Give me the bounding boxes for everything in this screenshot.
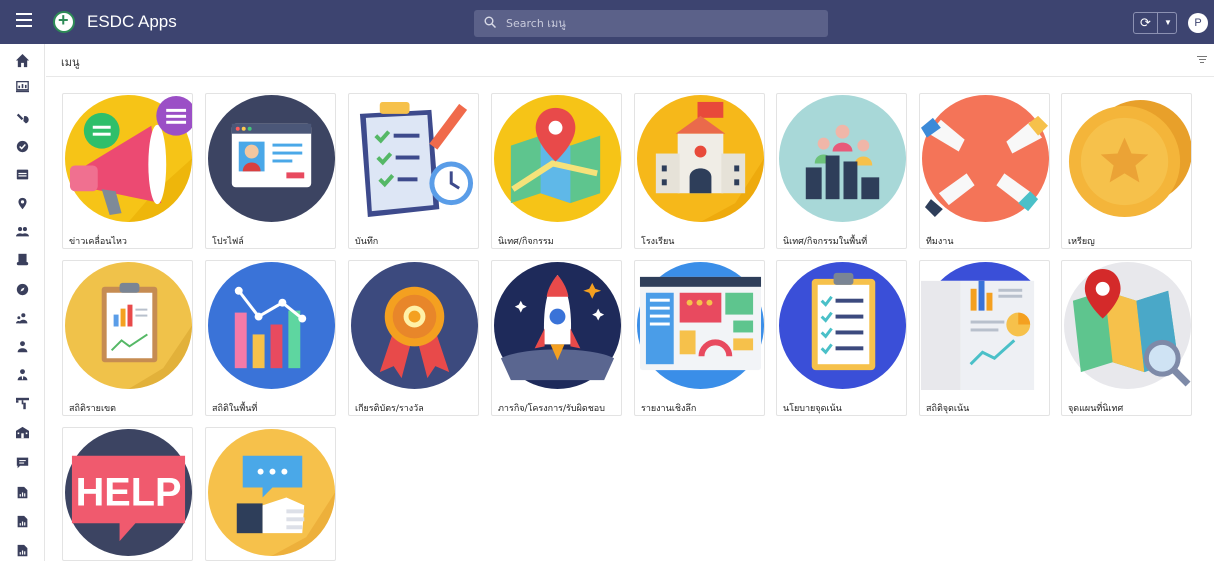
search-box[interactable]: [474, 10, 828, 37]
policy-checklist-icon: [779, 262, 906, 389]
svg-text:HELP: HELP: [76, 470, 182, 514]
tile-label: นิเทศ/กิจกรรม: [498, 237, 554, 247]
sidebar-user-tie-icon[interactable]: [0, 362, 45, 386]
tile-label: โรงเรียน: [641, 237, 675, 247]
chevron-down-icon[interactable]: ▼: [1159, 13, 1177, 33]
filter-icon[interactable]: [1197, 56, 1207, 65]
top-app-bar: ESDC Apps ⟳ ▼ P: [0, 0, 1214, 44]
rocket-icon: [494, 262, 621, 389]
tile-label: บันทึก: [355, 237, 379, 247]
tile-school[interactable]: โรงเรียน: [634, 93, 765, 249]
profile-card-icon: [208, 95, 335, 222]
sync-button-group: ⟳ ▼: [1133, 12, 1177, 34]
sidebar-compass-icon[interactable]: [0, 277, 45, 301]
search-input[interactable]: [506, 14, 806, 33]
tile-label: สถิติในพื้นที่: [212, 404, 258, 414]
megaphone-icon: [65, 95, 192, 223]
tile-district-stats[interactable]: สถิติรายเขต: [62, 260, 193, 416]
page-header: เมนู: [46, 44, 1214, 77]
sync-icon[interactable]: ⟳: [1134, 13, 1158, 33]
school-building-icon: [637, 95, 764, 223]
sidebar-users-icon[interactable]: [0, 219, 45, 243]
sidebar-message-icon[interactable]: [0, 450, 45, 474]
tile-news[interactable]: ข่าวเคลื่อนไหว: [62, 93, 193, 249]
user-avatar[interactable]: P: [1188, 13, 1208, 33]
tile-label: สถิติรายเขต: [69, 404, 117, 414]
tile-feedback[interactable]: [205, 427, 336, 561]
page-title: เมนู: [61, 56, 80, 69]
sidebar-sitemap-icon[interactable]: [0, 391, 45, 415]
search-icon: [484, 15, 497, 31]
tile-label: ภารกิจ/โครงการ/รับผิดชอบ: [498, 404, 605, 414]
map-search-icon: [1064, 262, 1191, 389]
dashboard-report-icon: [637, 262, 764, 389]
sidebar-home-icon[interactable]: [0, 48, 45, 72]
sidebar-user-group-icon[interactable]: [0, 306, 45, 330]
tile-profile[interactable]: โปรไฟล์: [205, 93, 336, 249]
app-title[interactable]: ESDC Apps: [87, 12, 177, 32]
tile-awards[interactable]: เกียรติบัตร/รางวัล: [348, 260, 479, 416]
tile-policy[interactable]: นโยบายจุดเน้น: [776, 260, 907, 416]
tile-help[interactable]: HELP: [62, 427, 193, 561]
tile-label: เหรียญ: [1068, 237, 1095, 247]
bar-line-chart-icon: [208, 262, 335, 389]
help-sign-icon: HELP: [65, 429, 192, 556]
sidebar-check-circle-icon[interactable]: [0, 134, 45, 158]
people-chart-icon: [779, 95, 906, 222]
sidebar-file-chart-icon[interactable]: [0, 509, 45, 533]
tile-area-activities[interactable]: นิเทศ/กิจกรรมในพื้นที่: [776, 93, 907, 249]
team-hands-icon: [921, 95, 1049, 222]
tile-label: ข่าวเคลื่อนไหว: [69, 237, 127, 247]
statistics-board-icon: [65, 262, 192, 390]
tile-label: โปรไฟล์: [212, 237, 244, 247]
tile-label: จุดแผนที่นิเทศ: [1068, 404, 1124, 414]
sidebar-location-pin-icon[interactable]: [0, 191, 45, 215]
sidebar-file-chart-icon[interactable]: [0, 480, 45, 504]
tile-label: นโยบายจุดเน้น: [783, 404, 842, 414]
award-medal-icon: [351, 262, 478, 389]
tile-label: รายงานเชิงลึก: [641, 404, 697, 414]
tile-coins[interactable]: เหรียญ: [1061, 93, 1192, 249]
sidebar-scroll-icon[interactable]: [0, 247, 45, 271]
app-logo[interactable]: [53, 10, 75, 33]
tile-label: นิเทศ/กิจกรรมในพื้นที่: [783, 237, 868, 247]
tile-label: ทีมงาน: [926, 237, 954, 247]
sidebar: [0, 44, 45, 561]
sidebar-calendar-icon[interactable]: [0, 162, 45, 186]
tile-notes[interactable]: บันทึก: [348, 93, 479, 249]
map-pin-icon: [494, 95, 621, 222]
tile-focus-stats[interactable]: สถิติจุดเน้น: [919, 260, 1050, 416]
tile-deep-report[interactable]: รายงานเชิงลึก: [634, 260, 765, 416]
coin-star-icon: [1068, 99, 1191, 218]
sidebar-user-icon[interactable]: [0, 334, 45, 358]
feedback-thumbs-up-icon: [208, 429, 335, 557]
tile-supervision[interactable]: นิเทศ/กิจกรรม: [491, 93, 622, 249]
tile-missions[interactable]: ภารกิจ/โครงการ/รับผิดชอบ: [491, 260, 622, 416]
tile-label: สถิติจุดเน้น: [926, 404, 970, 414]
tile-area-stats[interactable]: สถิติในพื้นที่: [205, 260, 336, 416]
tile-supervision-map[interactable]: จุดแผนที่นิเทศ: [1061, 260, 1192, 416]
tile-label: เกียรติบัตร/รางวัล: [355, 404, 424, 414]
report-document-icon: [921, 262, 1049, 390]
tile-team[interactable]: ทีมงาน: [919, 93, 1050, 249]
sidebar-tools-icon[interactable]: [0, 106, 45, 130]
sidebar-school-icon[interactable]: [0, 420, 45, 444]
sidebar-file-chart-icon[interactable]: [0, 538, 45, 562]
sidebar-dashboard-icon[interactable]: [0, 74, 45, 98]
checklist-clipboard-icon: [351, 95, 478, 222]
menu-hamburger-icon[interactable]: [16, 13, 32, 31]
